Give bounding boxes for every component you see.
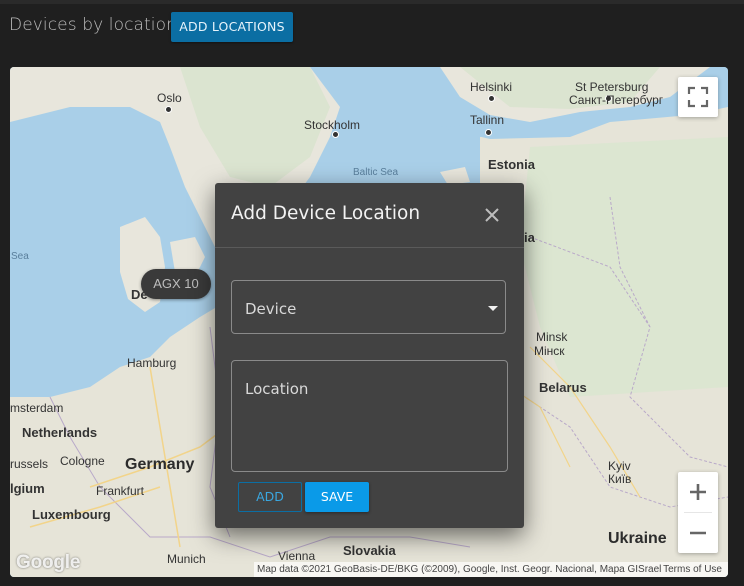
map-attribution: Map data ©2021 GeoBasis-DE/BKG (©2009), …: [254, 562, 728, 577]
plus-icon: [690, 484, 706, 500]
map-label-frankfurt: Frankfurt: [96, 484, 145, 498]
map-label-kyiv-cyr: Київ: [608, 472, 632, 486]
map-label-amsterdam-partial: msterdam: [10, 401, 64, 415]
dialog-title: Add Device Location: [231, 203, 421, 224]
map-label-ukraine: Ukraine: [608, 530, 667, 547]
map-label-luxembourg: Luxembourg: [32, 507, 111, 522]
map-label-sea-partial: Sea: [11, 251, 29, 262]
device-marker-agx10[interactable]: AGX 10: [141, 269, 211, 299]
minus-icon: [690, 531, 706, 535]
oslo-dot: [165, 106, 172, 113]
map-label-belgium-partial: lgium: [10, 481, 45, 496]
zoom-out-button[interactable]: [678, 513, 718, 553]
location-field-label: Location: [245, 380, 309, 398]
fullscreen-icon: [687, 86, 709, 108]
close-icon: [485, 208, 499, 222]
tallinn-dot: [485, 129, 492, 136]
map-label-oslo: Oslo: [157, 91, 182, 105]
map-label-helsinki: Helsinki: [470, 80, 513, 94]
add-locations-button[interactable]: ADD LOCATIONS: [171, 12, 293, 42]
fullscreen-button[interactable]: [678, 77, 718, 117]
zoom-in-button[interactable]: [678, 472, 718, 512]
location-textarea[interactable]: Location: [231, 360, 508, 472]
dropdown-caret-icon: [488, 306, 498, 311]
terms-of-use-link[interactable]: Terms of Use: [663, 562, 722, 577]
add-device-location-dialog: Add Device Location Device Location ADD …: [215, 183, 524, 528]
map-label-cologne: Cologne: [60, 454, 105, 468]
stockholm-dot: [332, 131, 339, 138]
attribution-text: Map data ©2021 GeoBasis-DE/BKG (©2009), …: [257, 564, 662, 575]
dialog-divider: [215, 247, 524, 248]
map-label-kyiv: Kyiv: [608, 459, 631, 473]
map-label-minsk: Minsk: [536, 330, 568, 344]
map-label-tallinn: Tallinn: [470, 113, 505, 127]
device-select[interactable]: Device: [231, 280, 506, 334]
map-label-netherlands: Netherlands: [22, 425, 98, 440]
helsinki-dot: [488, 95, 495, 102]
top-bar: [0, 0, 744, 4]
map-label-minsk-cyr: Мінск: [534, 344, 565, 358]
map-label-brussels-partial: russels: [10, 457, 49, 471]
google-logo: Google: [16, 552, 81, 573]
map-label-munich: Munich: [167, 552, 206, 566]
map-label-estonia: Estonia: [488, 157, 535, 172]
map-label-belarus: Belarus: [539, 380, 587, 395]
close-button[interactable]: [481, 204, 503, 226]
map-label-germany: Germany: [125, 456, 195, 473]
save-button[interactable]: SAVE: [305, 482, 369, 512]
page-title: Devices by location: [9, 15, 178, 35]
map-label-st-petersburg: St Petersburg: [575, 80, 649, 94]
map-label-st-petersburg-cyr: Санкт-Петербург: [569, 93, 664, 107]
map-label-stockholm: Stockholm: [304, 118, 361, 132]
map-label-baltic-sea: Baltic Sea: [353, 167, 399, 178]
map-label-latvia-partial: ia: [524, 230, 535, 245]
add-button[interactable]: ADD: [238, 482, 302, 512]
map-label-hamburg: Hamburg: [127, 356, 177, 370]
map-label-vienna: Vienna: [278, 549, 316, 563]
map-label-slovakia: Slovakia: [343, 543, 396, 558]
device-select-label: Device: [245, 300, 297, 318]
zoom-control: [678, 472, 718, 553]
